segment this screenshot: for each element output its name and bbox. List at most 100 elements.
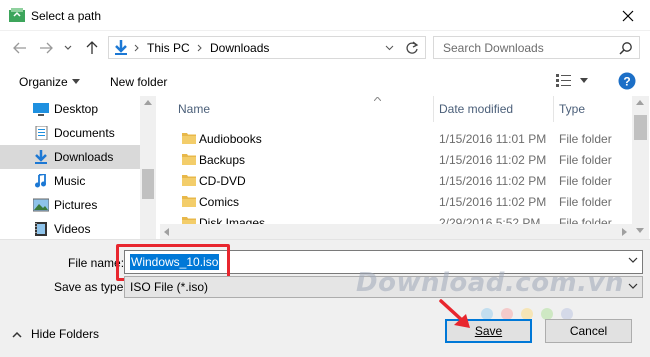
address-bar[interactable]: This PC Downloads [108,36,426,59]
list-item[interactable]: Disk Images 2/29/2016 5:52 PM File folde… [160,212,630,224]
column-divider[interactable] [433,96,434,122]
scrollbar-thumb[interactable] [634,115,647,140]
chevron-up-icon [12,331,22,338]
chevron-down-icon[interactable] [580,78,588,83]
sidebar-item-label: Pictures [54,198,98,212]
sidebar-item-label: Music [54,174,86,188]
window-title: Select a path [31,9,102,23]
folder-icon [182,175,196,186]
svg-text:?: ? [623,75,630,89]
file-type: File folder [559,132,612,146]
list-item[interactable]: Backups 1/15/2016 11:02 PM File folder [160,149,630,170]
arrow-right-icon [40,42,53,54]
refresh-icon[interactable] [405,41,419,55]
breadcrumb-downloads[interactable]: Downloads [210,41,269,55]
arrow-up-icon [86,41,98,54]
sidebar-item-videos[interactable]: Videos [0,217,140,241]
forward-button[interactable] [38,40,54,56]
scroll-up-icon[interactable] [636,100,644,105]
list-item[interactable]: Comics 1/15/2016 11:02 PM File folder [160,191,630,212]
annotation-arrow [439,299,470,328]
sidebar-item-desktop[interactable]: Desktop [0,97,140,121]
sidebar-item-downloads[interactable]: Downloads [0,145,140,169]
chevron-down-icon[interactable] [385,45,394,51]
documents-icon [35,126,48,140]
file-date: 1/15/2016 11:02 PM [439,153,547,167]
pictures-icon [33,198,49,212]
file-type: File folder [559,195,612,209]
close-button[interactable] [605,0,650,31]
scroll-right-icon[interactable] [622,228,627,236]
sidebar-item-label: Desktop [54,102,99,116]
file-date: 1/15/2016 11:01 PM [439,132,547,146]
file-date: 1/15/2016 11:02 PM [439,174,547,188]
arrow-left-icon [13,42,26,54]
view-options-icon[interactable] [556,74,572,87]
sidebar-item-music[interactable]: Music [0,169,140,193]
save-as-type-value: ISO File (*.iso) [130,280,209,294]
videos-icon [35,222,47,236]
chevron-right-icon [134,44,139,52]
toolbar: Organize New folder ? [0,66,650,96]
new-folder-button[interactable]: New folder [110,75,167,89]
sidebar-item-documents[interactable]: Documents [0,121,140,145]
file-type: File folder [559,174,612,188]
scroll-up-icon[interactable] [144,100,152,105]
chevron-down-icon [64,45,72,50]
file-name: Audiobooks [199,132,262,146]
scroll-down-icon[interactable] [636,228,644,233]
file-name: CD-DVD [199,174,246,188]
breadcrumb-this-pc[interactable]: This PC [147,41,190,55]
file-date: 2/29/2016 5:52 PM [439,216,541,224]
folder-icon [182,217,196,224]
sidebar-item-label: Documents [54,126,115,140]
file-type: File folder [559,216,612,224]
title-bar: Select a path [0,0,650,31]
help-icon[interactable]: ? [618,72,636,90]
chevron-down-icon [628,283,638,289]
horizontal-scrollbar[interactable] [160,224,632,239]
file-type: File folder [559,153,612,167]
column-header-date-modified[interactable]: Date modified [439,102,513,118]
file-date: 1/15/2016 11:02 PM [439,195,547,209]
folder-icon [182,154,196,165]
column-divider[interactable] [553,96,554,122]
column-header-name[interactable]: Name [178,102,210,118]
column-header-type[interactable]: Type [559,102,585,118]
file-list: Name Date modified Type Audiobooks 1/15/… [160,96,632,239]
nav-pane-scrollbar[interactable] [140,96,156,239]
scroll-left-icon[interactable] [164,228,169,236]
recent-locations-button[interactable] [63,40,73,56]
sidebar-item-label: Videos [54,222,91,236]
organize-button[interactable]: Organize [19,75,68,89]
sidebar-item-pictures[interactable]: Pictures [0,193,140,217]
navigation-pane: Desktop Documents Downloads Music Pictur… [0,96,155,239]
cancel-button-label: Cancel [569,324,608,338]
save-as-type-label: Save as type: [54,280,127,294]
folder-icon [182,133,196,144]
list-item[interactable]: Audiobooks 1/15/2016 11:01 PM File folde… [160,128,630,149]
file-list-scrollbar[interactable] [632,96,649,239]
list-item[interactable]: CD-DVD 1/15/2016 11:02 PM File folder [160,170,630,191]
app-icon [9,8,25,22]
chevron-down-icon [72,79,80,84]
hide-folders-button[interactable]: Hide Folders [12,326,99,342]
chevron-down-icon[interactable] [628,255,638,265]
music-icon [35,174,46,188]
close-icon [622,10,633,21]
cancel-button[interactable]: Cancel [545,319,632,343]
search-icon[interactable] [619,41,633,55]
chevron-right-icon [197,44,202,52]
save-button-label: Save [474,324,503,338]
scrollbar-thumb[interactable] [142,169,154,199]
search-input[interactable]: Search Downloads [443,41,544,55]
watermark: Download.com.vn [356,268,624,298]
downloads-icon [115,40,127,55]
file-name: Backups [199,153,246,167]
up-button[interactable] [84,40,100,56]
back-button[interactable] [12,40,28,56]
sort-indicator-icon [374,97,381,101]
file-name: Comics [199,195,240,209]
search-box[interactable]: Search Downloads [433,36,640,59]
downloads-icon [35,150,47,164]
